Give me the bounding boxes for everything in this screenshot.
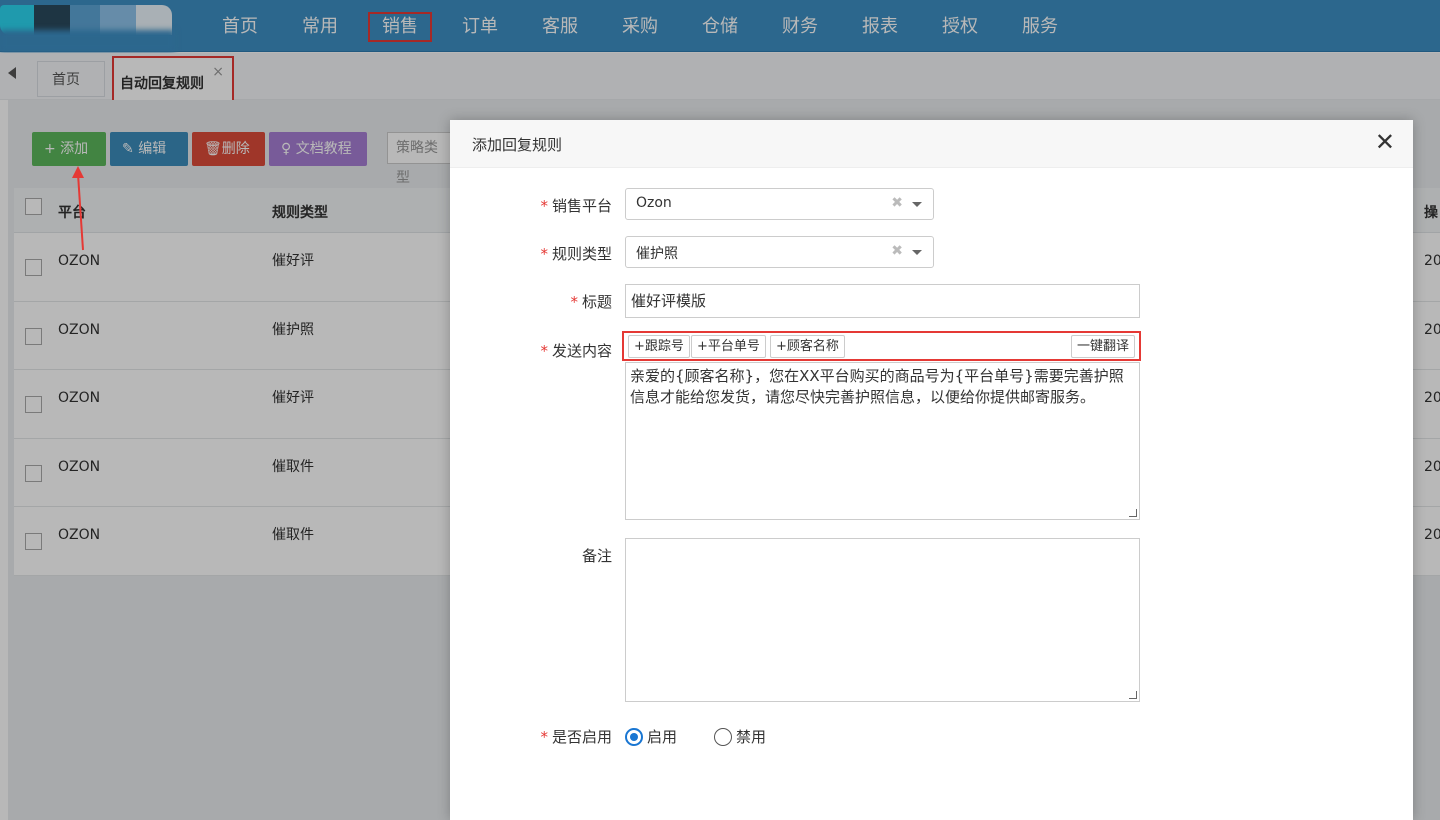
radio-disable[interactable]: 禁用 — [714, 726, 766, 747]
annotation-arrow-icon — [72, 166, 84, 251]
resize-handle-icon[interactable] — [1129, 509, 1137, 517]
insert-order-no-button[interactable]: +平台单号 — [691, 335, 766, 358]
radio-disable-label: 禁用 — [736, 728, 767, 746]
sales-platform-select[interactable]: Ozon ✖ — [625, 188, 934, 220]
sales-platform-label: * 销售平台 — [540, 197, 612, 215]
field-sales-platform: * 销售平台 Ozon ✖ — [450, 188, 1413, 222]
dialog-header: 添加回复规则 ✕ — [450, 120, 1413, 168]
insert-tracking-button[interactable]: +跟踪号 — [628, 335, 690, 358]
send-content-text: 亲爱的{顾客名称}，您在XX平台购买的商品号为{平台单号}需要完善护照信息才能给… — [630, 367, 1124, 406]
remark-label: 备注 — [581, 547, 612, 565]
rule-type-select[interactable]: 催护照 ✖ — [625, 236, 934, 268]
send-content-label: * 发送内容 — [540, 342, 612, 360]
radio-enable-dot[interactable] — [625, 727, 643, 746]
field-send-content: * 发送内容 +跟踪号 +平台单号 +顾客名称 一键翻译 亲爱的{顾客名称}，您在… — [450, 330, 1413, 522]
close-icon[interactable]: ✕ — [1375, 130, 1395, 154]
chevron-down-icon[interactable] — [912, 202, 922, 207]
sales-platform-value: Ozon — [636, 195, 672, 211]
rule-type-label: * 规则类型 — [540, 245, 612, 263]
add-reply-rule-dialog: 添加回复规则 ✕ * 销售平台 Ozon ✖ * 规则类型 催护照 ✖ * 标题 催好… — [450, 120, 1413, 820]
field-enable: * 是否启用 启用 禁用 — [450, 724, 1413, 748]
dialog-title: 添加回复规则 — [472, 136, 563, 154]
clear-icon[interactable]: ✖ — [891, 195, 903, 211]
send-content-textarea[interactable]: 亲爱的{顾客名称}，您在XX平台购买的商品号为{平台单号}需要完善护照信息才能给… — [625, 362, 1140, 520]
remark-textarea[interactable] — [625, 538, 1140, 702]
title-input[interactable]: 催好评模版 — [625, 284, 1140, 318]
rule-type-value: 催护照 — [636, 246, 678, 262]
field-remark: 备注 — [450, 538, 1413, 702]
chevron-down-icon[interactable] — [912, 250, 922, 255]
radio-enable[interactable]: 启用 — [625, 726, 677, 747]
resize-handle-icon[interactable] — [1129, 691, 1137, 699]
title-label: * 标题 — [570, 293, 612, 311]
field-rule-type: * 规则类型 催护照 ✖ — [450, 236, 1413, 270]
clear-icon[interactable]: ✖ — [891, 243, 903, 259]
translate-button[interactable]: 一键翻译 — [1071, 335, 1136, 358]
radio-enable-label: 启用 — [647, 728, 678, 746]
radio-disable-dot[interactable] — [714, 727, 732, 746]
enable-label: * 是否启用 — [540, 728, 612, 746]
field-title: * 标题 催好评模版 — [450, 284, 1413, 318]
variable-tag-bar: +跟踪号 +平台单号 +顾客名称 一键翻译 — [622, 331, 1141, 361]
insert-customer-name-button[interactable]: +顾客名称 — [770, 335, 845, 358]
